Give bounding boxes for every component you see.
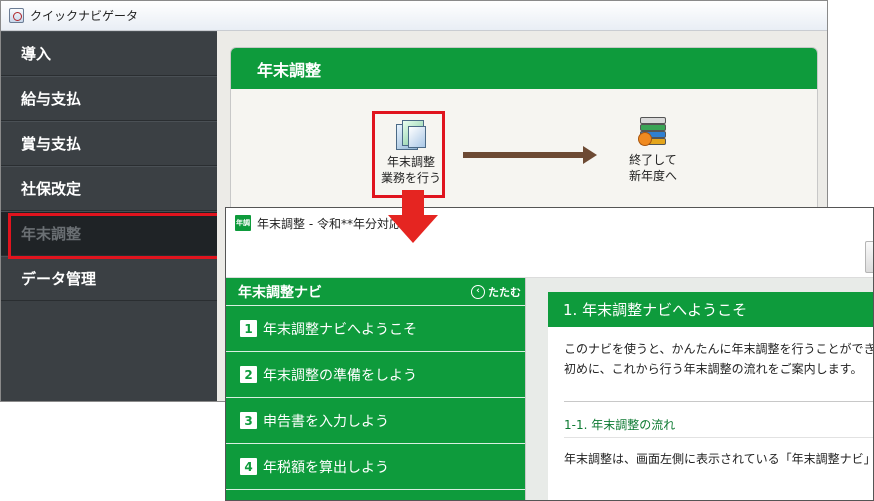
nav-item-prepare[interactable]: 2 年末調整の準備をしよう: [226, 352, 525, 398]
chevron-left-icon: ‹: [471, 284, 485, 299]
sidebar-item-year-end-adjustment[interactable]: 年末調整: [1, 211, 217, 256]
app-icon: [9, 8, 24, 23]
sidebar-item-intro[interactable]: 導入: [1, 31, 217, 76]
sidebar-item-label: 導入: [21, 45, 52, 63]
nav-title: 年末調整ナビ: [238, 284, 322, 301]
navigation-panel: 年末調整ナビ ‹ たたむ 1 年末調整ナビへようこそ 2 年末調整の準備をしよう…: [226, 278, 525, 500]
sidebar-item-salary[interactable]: 給与支払: [1, 76, 217, 121]
collapse-button[interactable]: ‹ たたむ: [471, 284, 521, 300]
down-arrow-icon: [388, 190, 438, 248]
title-bar: クイックナビゲータ: [1, 1, 827, 31]
sidebar-item-insurance-revision[interactable]: 社保改定: [1, 166, 217, 211]
window-title: クイックナビゲータ: [30, 9, 139, 23]
year-end-adjustment-window: 年調 年末調整 - 令和**年分対応 年末調整ナビ ‹ たたむ 1 年末調整ナビ…: [225, 207, 874, 501]
sidebar-item-label: 年末調整: [21, 225, 82, 243]
title-bar: 年調 年末調整 - 令和**年分対応: [226, 208, 873, 238]
step-number-badge: 2: [240, 366, 257, 383]
step-number-badge: 4: [240, 458, 257, 475]
flow-arrow-icon: [463, 146, 601, 166]
collapse-label: たたむ: [488, 285, 521, 299]
sidebar-item-label: データ管理: [21, 270, 97, 288]
nav-item-enter-forms[interactable]: 3 申告書を入力しよう: [226, 398, 525, 444]
nav-item-welcome[interactable]: 1 年末調整ナビへようこそ: [226, 306, 525, 352]
step-number-badge: 3: [240, 412, 257, 429]
nav-header: 年末調整ナビ ‹ たたむ: [226, 278, 525, 306]
toolbar: [226, 238, 873, 278]
step-number-badge: 1: [240, 320, 257, 337]
toolbar-button[interactable]: [865, 241, 873, 273]
sidebar: 導入 給与支払 賞与支払 社保改定 年末調整 データ管理: [1, 31, 217, 401]
sidebar-item-label: 社保改定: [21, 180, 82, 198]
body-text: 年末調整は、画面左側に表示されている「年末調整ナビ」: [564, 437, 873, 467]
intro-paragraph: このナビを使うと、かんたんに年末調整を行うことができます 初めに、これから行う年…: [564, 342, 874, 376]
nav-item-label: 年末調整の準備をしよう: [263, 367, 417, 384]
nav-item-label: 年税額を算出しよう: [263, 459, 389, 476]
finish-step-label: 終了して 新年度へ: [628, 153, 677, 183]
sidebar-item-data-management[interactable]: データ管理: [1, 256, 217, 301]
nav-item-calculate-tax[interactable]: 4 年税額を算出しよう: [226, 444, 525, 490]
sidebar-item-label: 賞与支払: [21, 135, 82, 153]
window-title: 年末調整 - 令和**年分対応: [257, 216, 401, 231]
nav-item-label: 申告書を入力しよう: [263, 413, 389, 430]
content-area: 1. 年末調整ナビへようこそ このナビを使うと、かんたんに年末調整を行うことがで…: [525, 278, 874, 500]
section-subheading: 1-1. 年末調整の流れ: [564, 401, 873, 433]
sidebar-item-bonus[interactable]: 賞与支払: [1, 121, 217, 166]
books-icon: [636, 116, 670, 150]
nav-item-label: 年末調整ナビへようこそ: [263, 321, 417, 338]
panel-title: 年末調整: [231, 48, 817, 89]
sidebar-item-label: 給与支払: [21, 90, 82, 108]
finish-new-year-step[interactable]: 終了して 新年度へ: [613, 116, 693, 184]
app-icon: 年調: [235, 215, 251, 231]
start-year-end-button[interactable]: 年末調整 業務を行う: [377, 112, 445, 196]
start-button-label: 年末調整 業務を行う: [380, 155, 441, 185]
documents-icon: [394, 118, 428, 152]
content-card: 1. 年末調整ナビへようこそ このナビを使うと、かんたんに年末調整を行うことがで…: [548, 292, 874, 500]
content-heading: 1. 年末調整ナビへようこそ: [548, 292, 873, 327]
